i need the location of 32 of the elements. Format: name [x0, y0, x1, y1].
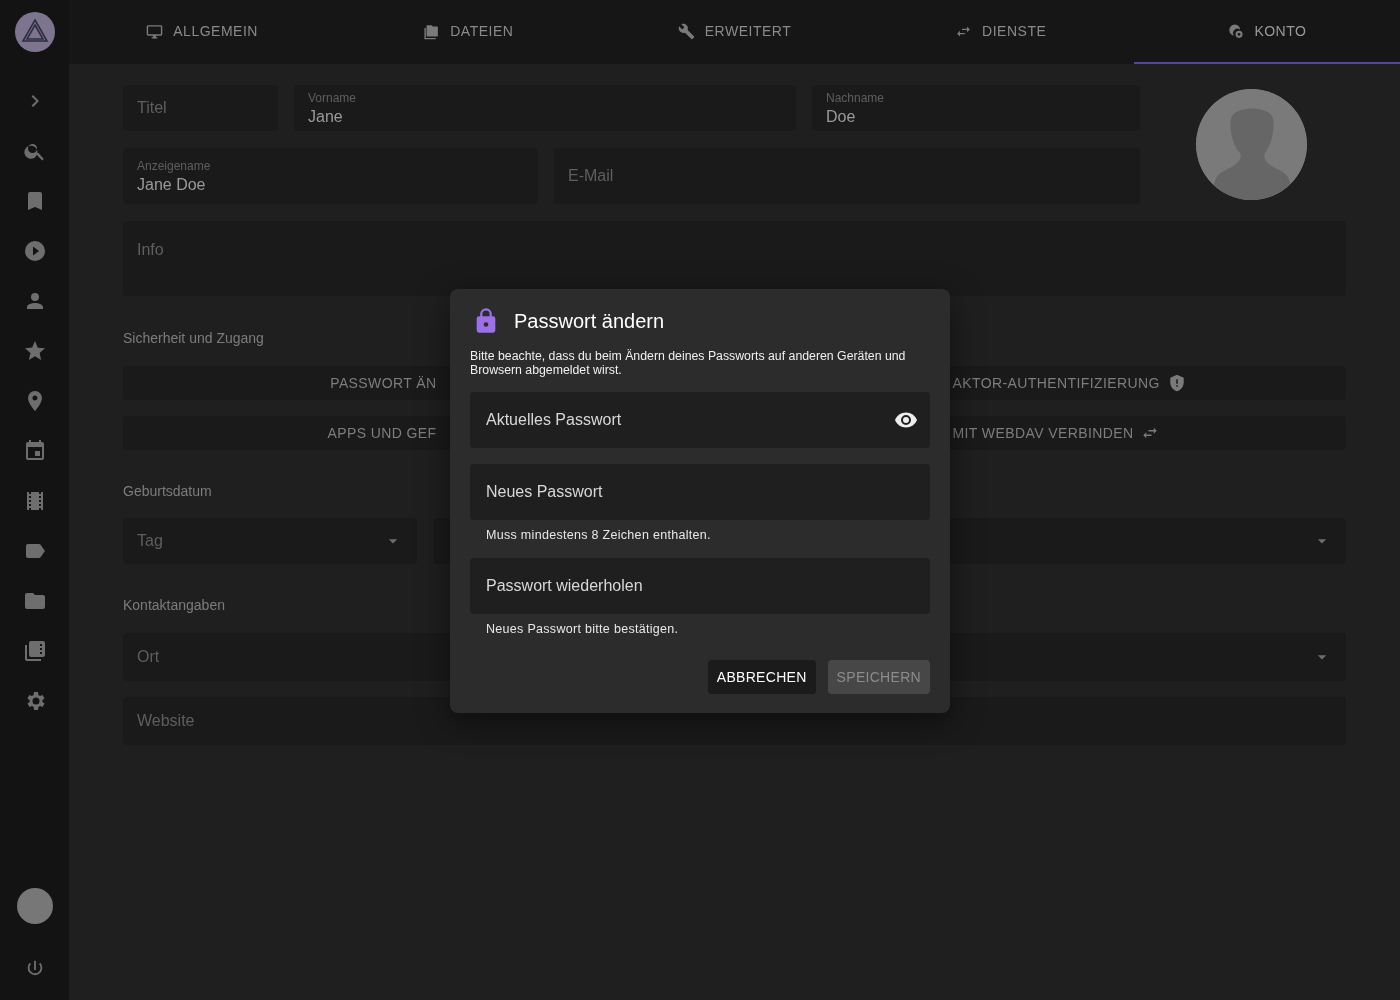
tab[interactable]: DIENSTE — [867, 0, 1134, 64]
user-settings-icon[interactable] — [1227, 22, 1245, 40]
password-field[interactable]: Neues Passwort — [470, 464, 930, 520]
user-avatar[interactable] — [16, 888, 53, 924]
input-field[interactable]: E-Mail — [554, 148, 1140, 204]
field-hint: Neues Passwort bitte bestätigen. — [485, 622, 680, 636]
monitor-icon[interactable] — [146, 22, 164, 40]
password-field[interactable]: Passwort wiederholen — [470, 558, 930, 614]
dialog-title: Passwort ändern — [514, 309, 665, 333]
folder-icon[interactable] — [423, 22, 441, 40]
shield-icon[interactable] — [1167, 374, 1186, 392]
section-heading: Kontaktangaben — [123, 597, 225, 613]
tab[interactable]: ERWEITERT — [601, 0, 868, 64]
play-icon[interactable] — [22, 239, 47, 263]
wrench-icon[interactable] — [677, 22, 695, 40]
tab[interactable]: ALLGEMEIN — [69, 0, 336, 64]
section-heading: Geburtsdatum — [123, 483, 212, 499]
input-field[interactable]: Info — [123, 221, 1346, 296]
star-icon[interactable] — [22, 339, 47, 363]
select-field[interactable]: Tag — [123, 518, 417, 564]
album-icon[interactable] — [22, 639, 47, 663]
input-field[interactable]: Nachname Doe — [812, 85, 1140, 131]
dialog-button[interactable]: ABBRECHEN — [707, 660, 816, 694]
section-heading: Sicherheit und Zugang — [123, 330, 264, 346]
input-field[interactable]: Anzeigename Jane Doe — [123, 148, 538, 204]
input-field[interactable]: Titel — [123, 85, 278, 131]
password-field[interactable]: Aktuelles Passwort — [470, 392, 930, 448]
tab[interactable]: KONTO — [1133, 0, 1400, 64]
field-hint: Muss mindestens 8 Zeichen enthalten. — [485, 528, 712, 542]
input-field[interactable]: Vorname Jane — [294, 85, 796, 131]
logo-icon[interactable] — [14, 12, 55, 52]
tab[interactable]: DATEIEN — [335, 0, 602, 64]
